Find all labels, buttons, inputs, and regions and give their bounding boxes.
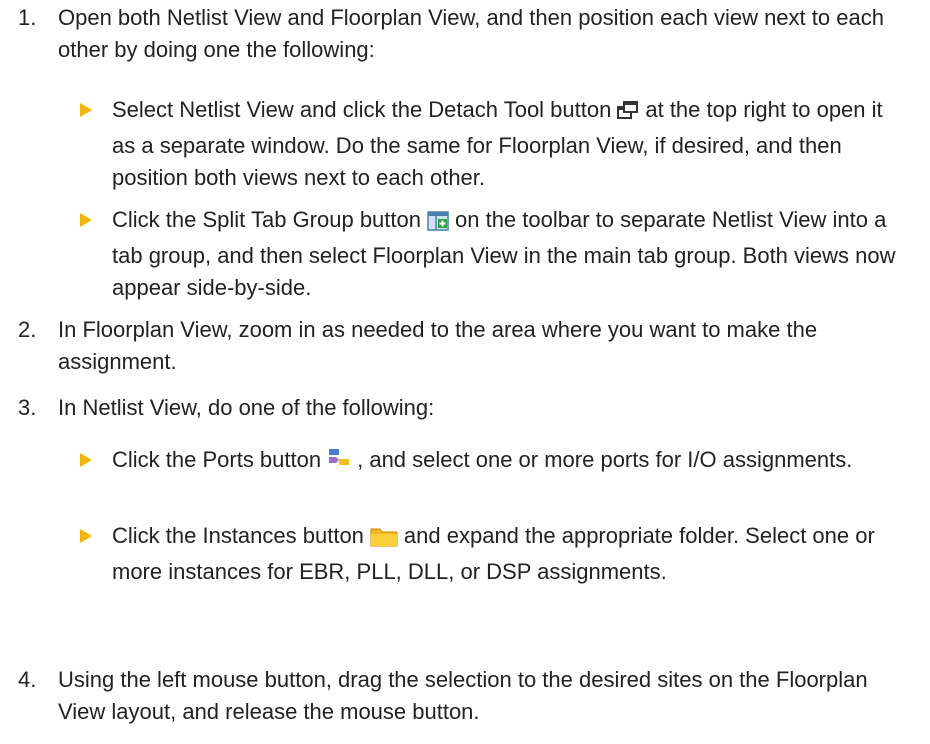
bullet-marker-icon [80,453,92,467]
bullet-text: Click the Split Tab Group button on the t… [112,204,910,304]
split-tab-group-icon [427,208,449,240]
step-3-bullet-2: Click the Instances button and expand the… [80,520,910,588]
step-text: Using the left mouse button, drag the se… [58,667,868,724]
ports-icon [327,447,351,480]
step-1: 1. Open both Netlist View and Floorplan … [18,2,918,66]
bullet-text-before: Click the Split Tab Group button [112,207,421,232]
step-number: 2. [18,317,37,342]
step-1-bullet-1: Select Netlist View and click the Detach… [80,94,910,194]
bullet-marker-icon [80,103,92,117]
bullet-text: Select Netlist View and click the Detach… [112,94,910,194]
step-2: 2. In Floorplan View, zoom in as needed … [18,314,918,378]
step-4: 4. Using the left mouse button, drag the… [18,664,918,728]
bullet-text-before: Select Netlist View and click the Detach… [112,97,612,122]
bullet-text-after: , and select one or more ports for I/O a… [357,447,853,472]
step-text: Open both Netlist View and Floorplan Vie… [58,5,884,62]
folder-icon [370,524,398,556]
step-3-bullet-1: Click the Ports button , and select one o… [80,444,910,480]
bullet-text: Click the Ports button , and select one o… [112,444,910,480]
bullet-marker-icon [80,213,92,227]
bullet-marker-icon [80,529,92,543]
step-text: In Floorplan View, zoom in as needed to … [58,317,818,374]
bullet-text-before: Click the Ports button [112,447,322,472]
step-number: 1. [18,5,37,30]
step-text: In Netlist View, do one of the following… [58,395,435,420]
step-3: 3. In Netlist View, do one of the follow… [18,392,918,424]
detach-tool-icon [617,98,639,130]
step-number: 3. [18,395,37,420]
step-number: 4. [18,667,37,692]
bullet-text: Click the Instances button and expand the… [112,520,910,588]
bullet-text-before: Click the Instances button [112,523,364,548]
step-1-bullet-2: Click the Split Tab Group button on the t… [80,204,910,304]
